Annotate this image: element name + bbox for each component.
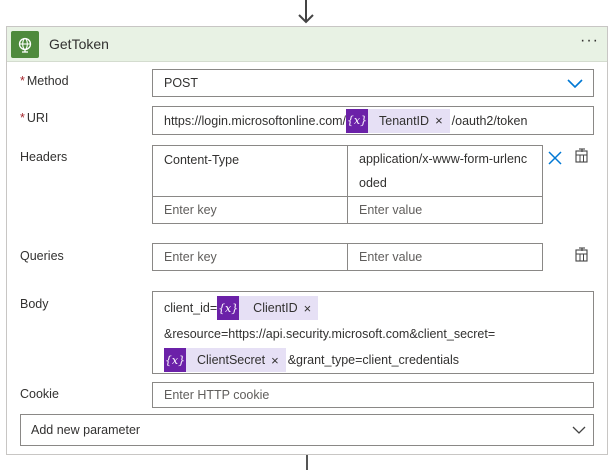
header-value-input[interactable]: application/x-www-form-urlenc oded <box>347 145 543 197</box>
chevron-down-icon <box>567 79 583 89</box>
header-value-placeholder-input[interactable]: Enter value <box>347 196 543 224</box>
action-title[interactable]: GetToken <box>49 36 109 52</box>
token-label: ClientSecret <box>197 353 266 367</box>
tenantid-token[interactable]: {x} TenantID × <box>346 108 450 133</box>
query-value-input[interactable]: Enter value <box>347 243 543 271</box>
uri-prefix: https://login.microsoftonline.com/ <box>164 113 347 128</box>
method-value: POST <box>164 76 199 90</box>
remove-token-icon[interactable]: × <box>304 301 319 316</box>
action-card-header[interactable]: GetToken ··· <box>7 27 607 62</box>
uri-label: * URI <box>20 111 49 125</box>
header-key-input[interactable]: Content-Type <box>152 145 348 197</box>
add-new-parameter-dropdown[interactable]: Add new parameter <box>20 414 594 446</box>
body-label: Body <box>20 297 49 311</box>
method-dropdown[interactable]: POST <box>152 69 594 97</box>
token-label: ClientID <box>253 301 298 315</box>
flow-connector-arrow <box>298 0 314 24</box>
remove-token-icon[interactable]: × <box>435 113 450 128</box>
flow-connector-line <box>306 455 308 470</box>
variable-icon: {x} <box>164 348 186 372</box>
clientid-token[interactable]: {x} ClientID × <box>217 296 319 320</box>
uri-suffix: /oauth2/token <box>451 113 528 128</box>
close-icon[interactable] <box>547 150 563 166</box>
globe-icon <box>11 31 39 58</box>
remove-token-icon[interactable]: × <box>271 353 286 368</box>
cookie-input[interactable]: Enter HTTP cookie <box>152 382 594 408</box>
action-card: GetToken ··· * Method POST * URI https://l… <box>6 26 608 455</box>
uri-input[interactable]: https://login.microsoftonline.com/ {x} T… <box>152 106 594 135</box>
header-key-placeholder-input[interactable]: Enter key <box>152 196 348 224</box>
more-options-button[interactable]: ··· <box>580 32 599 50</box>
headers-label: Headers <box>20 150 68 164</box>
method-label: * Method <box>20 74 69 88</box>
token-label: TenantID <box>379 113 430 128</box>
text-mode-icon[interactable] <box>574 247 590 263</box>
text-mode-icon[interactable] <box>574 148 590 164</box>
clientsecret-token[interactable]: {x} ClientSecret × <box>164 348 286 372</box>
variable-icon: {x} <box>346 108 369 133</box>
chevron-down-icon <box>572 426 586 434</box>
query-key-input[interactable]: Enter key <box>152 243 348 271</box>
body-input[interactable]: client_id= {x} ClientID × &resource=http… <box>152 291 594 374</box>
queries-label: Queries <box>20 249 64 263</box>
variable-icon: {x} <box>217 296 240 320</box>
cookie-label: Cookie <box>20 387 59 401</box>
